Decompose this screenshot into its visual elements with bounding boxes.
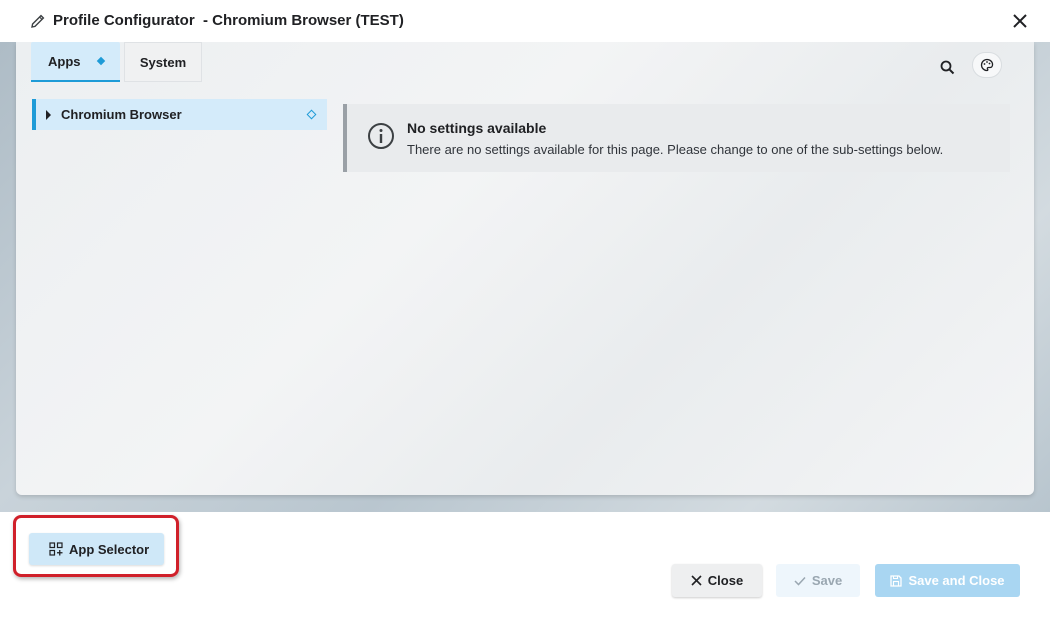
dialog-titlebar: Profile Configurator - Chromium Browser … (0, 0, 1050, 42)
save-button[interactable]: Save (776, 564, 860, 597)
close-button-label: Close (707, 573, 744, 588)
notice-text: There are no settings available for this… (407, 142, 944, 157)
tab-apps-label: Apps (48, 53, 81, 69)
floppy-disk-icon (890, 574, 903, 587)
diamond-icon (96, 56, 105, 66)
app-selector-button[interactable]: App Selector (29, 533, 164, 565)
configurator-panel: Apps System Chromium Browser No settings… (16, 42, 1034, 495)
tab-system-label: System (139, 54, 187, 70)
dialog-backdrop: Apps System Chromium Browser No settings… (0, 42, 1050, 512)
app-grid-icon (49, 542, 63, 556)
no-settings-notice: No settings available There are no setti… (343, 104, 1010, 172)
save-and-close-label: Save and Close (908, 573, 1005, 588)
app-selector-label: App Selector (69, 541, 150, 557)
close-button[interactable]: Close (672, 564, 762, 597)
diamond-outline-icon (306, 109, 317, 120)
chevron-right-icon[interactable] (46, 109, 51, 120)
save-and-close-button[interactable]: Save and Close (875, 564, 1020, 597)
tab-system[interactable]: System (124, 42, 202, 82)
palette-icon (980, 58, 994, 72)
dialog-title: Profile Configurator - Chromium Browser … (53, 12, 404, 29)
theme-button[interactable] (972, 52, 1002, 78)
check-icon (794, 576, 806, 586)
tree-item-chromium-browser[interactable]: Chromium Browser (32, 99, 327, 130)
close-icon (691, 575, 702, 586)
dialog-footer: App Selector Close Save Save and Close (0, 512, 1050, 618)
close-icon[interactable] (1010, 11, 1030, 31)
pencil-icon (31, 14, 45, 28)
info-icon (368, 123, 394, 149)
notice-title: No settings available (407, 120, 547, 136)
tree-item-label: Chromium Browser (61, 107, 182, 122)
save-button-label: Save (811, 573, 843, 588)
tab-apps[interactable]: Apps (31, 42, 120, 82)
search-icon[interactable] (938, 58, 958, 78)
